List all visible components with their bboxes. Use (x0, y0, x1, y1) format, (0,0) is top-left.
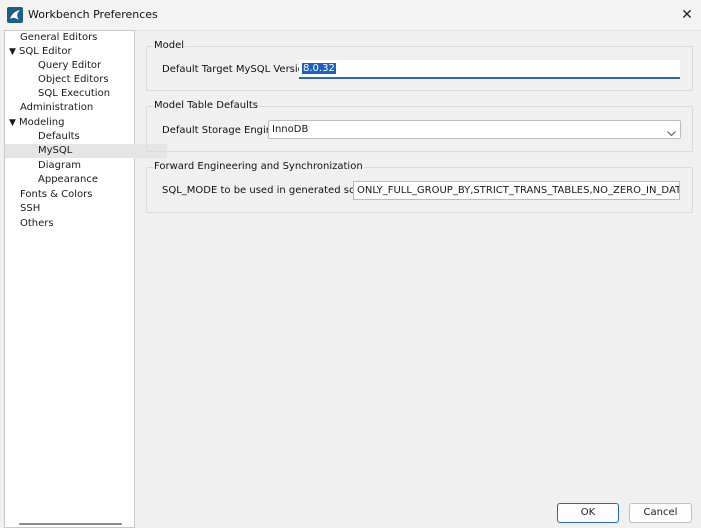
tree-item-label: Administration (20, 102, 94, 113)
table-defaults-group-title: Model Table Defaults (153, 100, 259, 111)
tree-item-modeling[interactable]: ▼ Modeling (5, 116, 138, 130)
sql-mode-input[interactable]: ONLY_FULL_GROUP_BY,STRICT_TRANS_TABLES,N… (353, 181, 680, 200)
close-button[interactable]: ✕ (673, 0, 701, 30)
model-group-title: Model (153, 40, 186, 51)
window-title: Workbench Preferences (28, 8, 158, 21)
tree-item-diagram[interactable]: Diagram (5, 159, 167, 173)
tree-item-appearance[interactable]: Appearance (5, 173, 167, 187)
close-icon: ✕ (681, 7, 693, 23)
storage-engine-value: InnoDB (272, 124, 309, 135)
title-bar: Workbench Preferences ✕ (0, 0, 701, 31)
default-target-version-label: Default Target MySQL Version: (162, 64, 314, 75)
tree-item-object-editors[interactable]: Object Editors (5, 73, 167, 87)
storage-engine-select[interactable]: InnoDB (268, 120, 681, 139)
tree-item-label: Modeling (19, 117, 65, 128)
tree-item-label: Others (20, 218, 54, 229)
tree-item-label: SSH (20, 203, 41, 214)
selected-version-text: 8.0.32 (302, 63, 336, 74)
tree-item-general-editors[interactable]: General Editors (5, 31, 149, 45)
tree-item-mysql[interactable]: MySQL (5, 144, 167, 158)
horizontal-scrollbar[interactable] (19, 523, 122, 525)
default-target-version-input[interactable]: 8.0.32 (299, 60, 680, 79)
expanded-arrow-icon[interactable]: ▼ (9, 45, 19, 59)
tree-item-query-editor[interactable]: Query Editor (5, 59, 167, 73)
chevron-down-icon (667, 126, 676, 143)
tree-item-others[interactable]: Others (5, 217, 149, 231)
tree-item-label: Object Editors (38, 74, 109, 85)
tree-item-label: SQL Execution (38, 88, 111, 99)
tree-item-label: Query Editor (38, 60, 102, 71)
tree-item-label: SQL Editor (19, 46, 72, 57)
tree-item-sql-editor[interactable]: ▼ SQL Editor (5, 45, 138, 59)
tree-item-sql-execution[interactable]: SQL Execution (5, 87, 167, 101)
preferences-tree[interactable]: General Editors ▼ SQL Editor Query Editor… (4, 30, 167, 528)
tree-item-label: Diagram (38, 160, 81, 171)
tree-item-label: Appearance (38, 174, 99, 185)
tree-item-administration[interactable]: Administration (5, 101, 149, 115)
cancel-button[interactable]: Cancel (629, 503, 692, 523)
expanded-arrow-icon[interactable]: ▼ (9, 116, 19, 130)
tree-item-label: Defaults (38, 131, 80, 142)
ok-button[interactable]: OK (557, 503, 619, 523)
tree-item-ssh[interactable]: SSH (5, 202, 149, 216)
forward-engineering-group-title: Forward Engineering and Synchronization (153, 161, 364, 172)
workbench-app-icon (7, 7, 23, 23)
tree-item-label: General Editors (20, 32, 98, 43)
tree-item-fonts-colors[interactable]: Fonts & Colors (5, 188, 149, 202)
storage-engine-label: Default Storage Engine: (162, 125, 282, 136)
tree-item-defaults[interactable]: Defaults (5, 130, 167, 144)
tree-item-label: MySQL (38, 145, 73, 156)
tree-item-label: Fonts & Colors (20, 189, 93, 200)
sql-mode-label: SQL_MODE to be used in generated scripts… (162, 185, 381, 196)
